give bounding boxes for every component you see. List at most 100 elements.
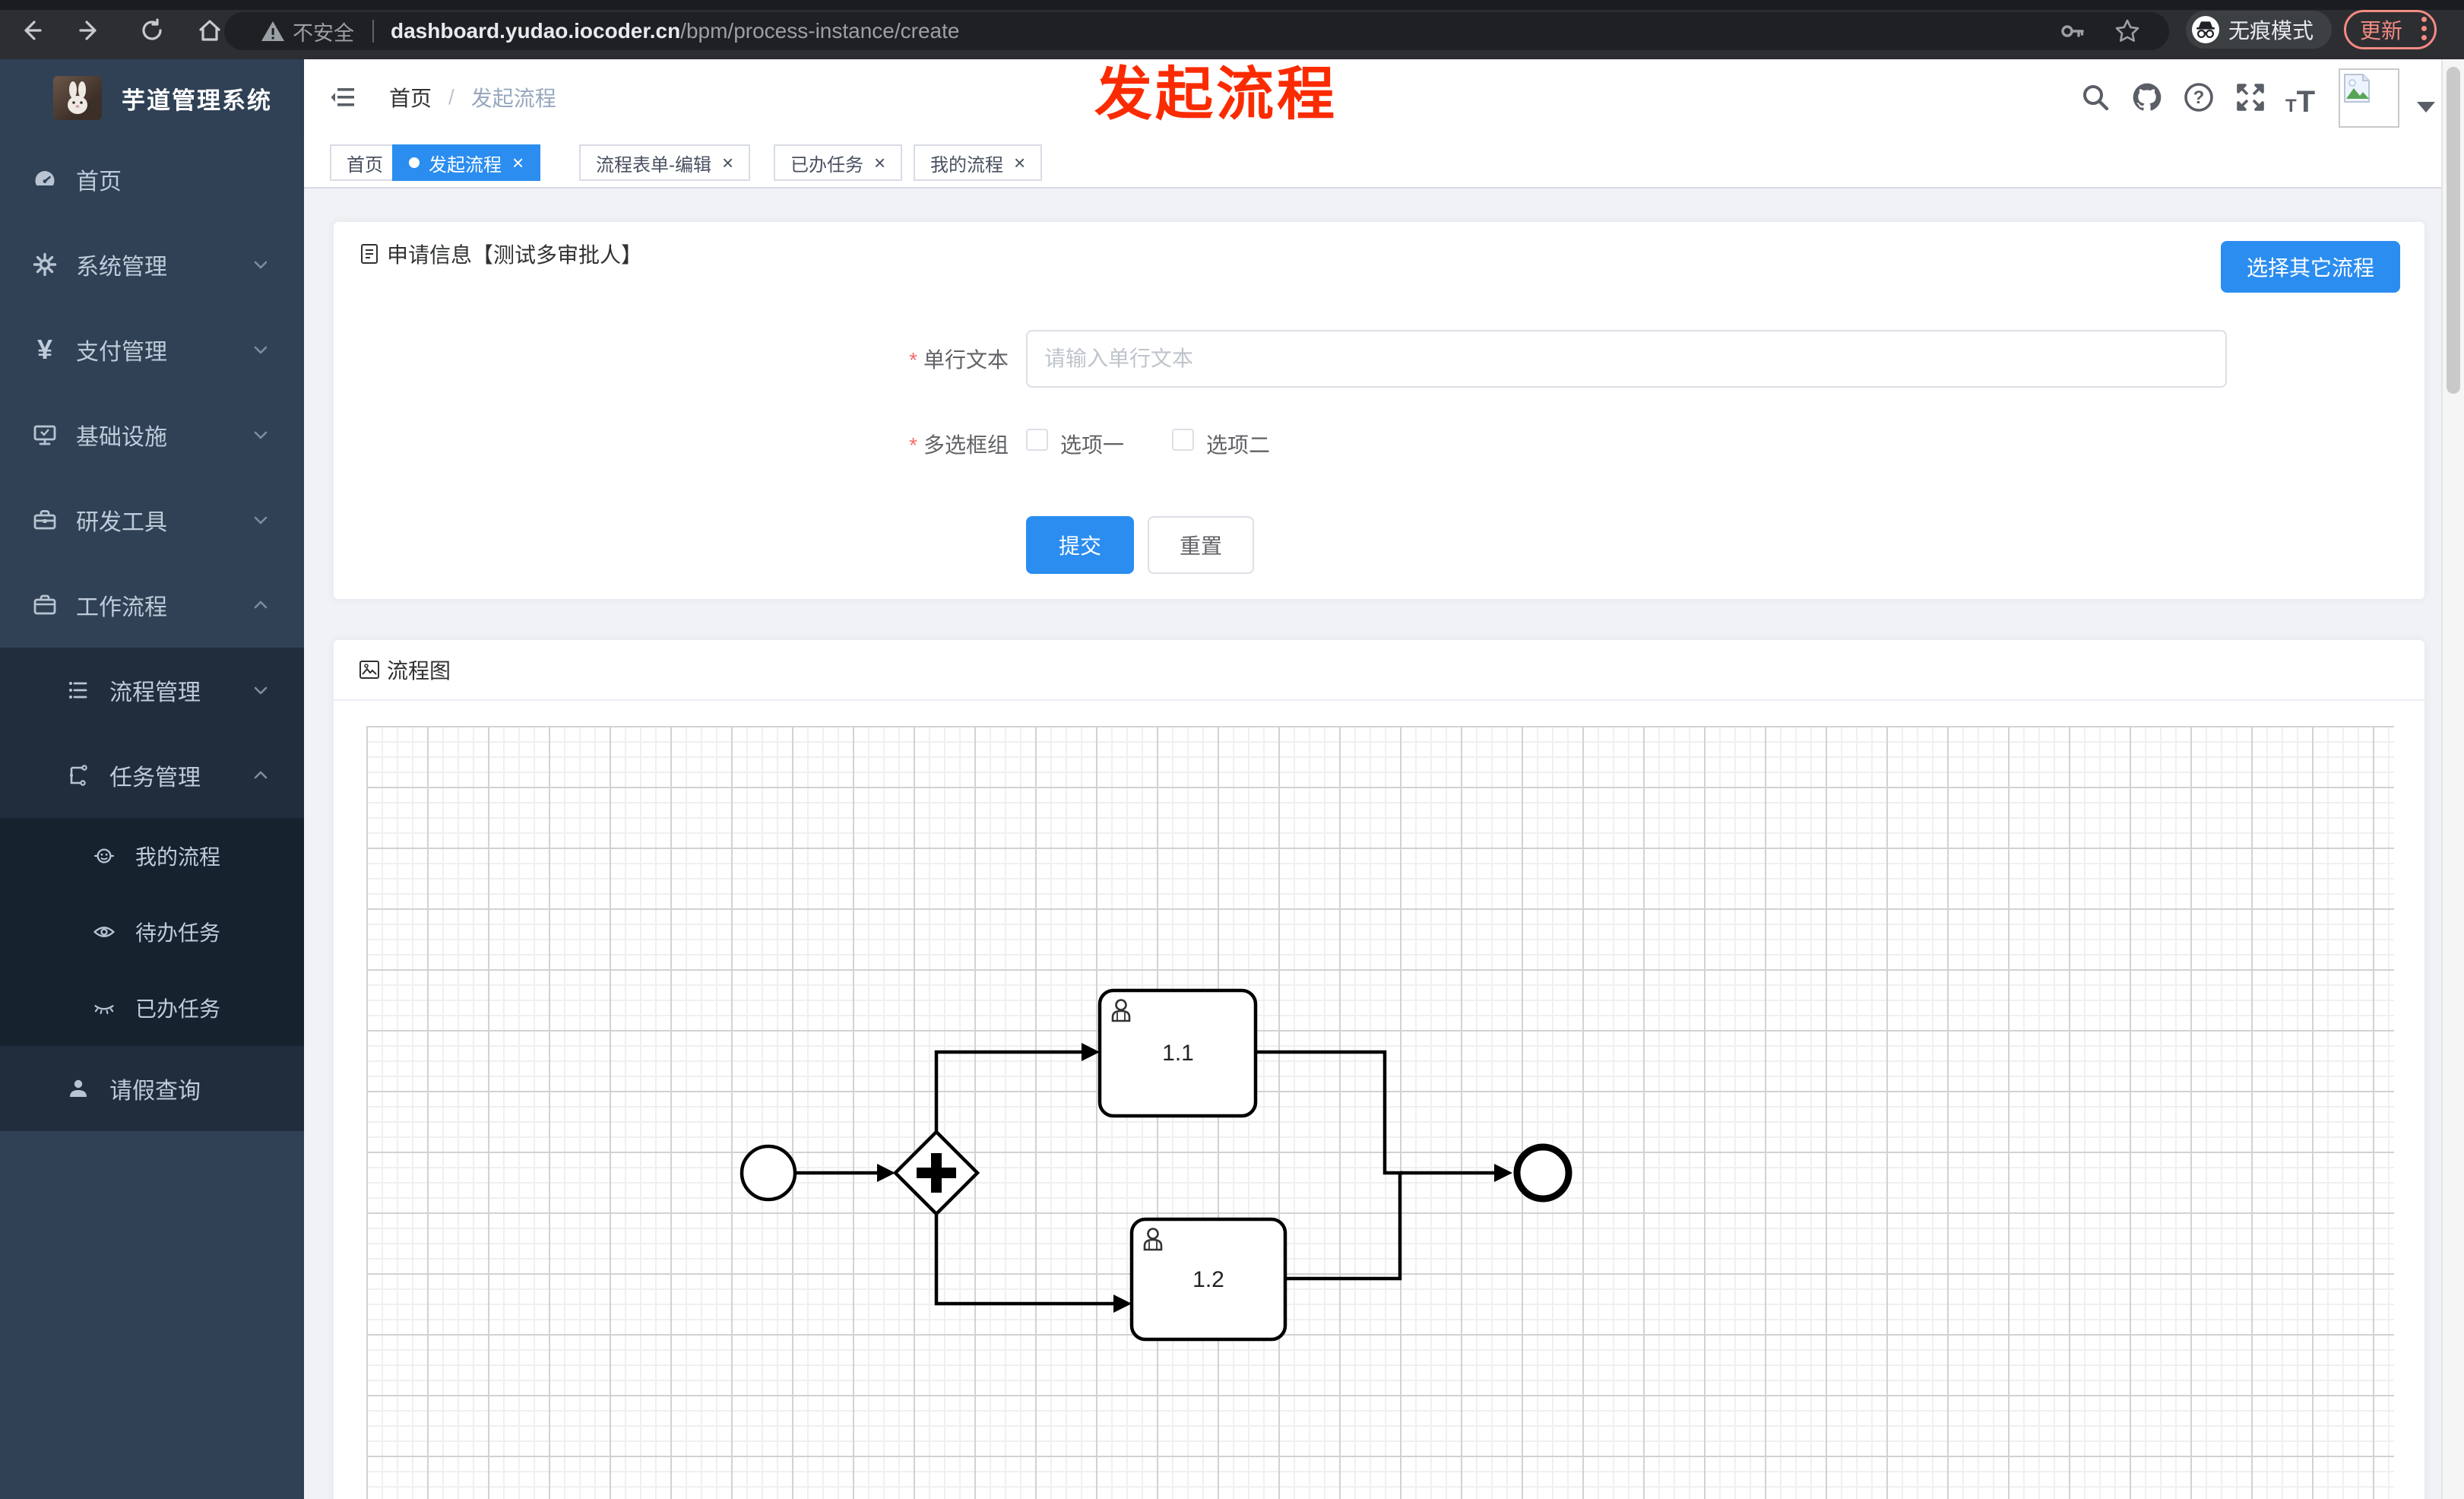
tag-label: 首页 — [347, 154, 383, 176]
checkbox-option-2-label[interactable]: 选项二 — [1206, 429, 1270, 459]
apply-card-title: 申请信息【测试多审批人】 — [387, 243, 643, 267]
browser-home-button[interactable] — [196, 17, 223, 44]
task-label: 1.1 — [1162, 1041, 1194, 1066]
bookmark-star-icon[interactable] — [2114, 18, 2140, 44]
browser-menu-icon[interactable] — [2421, 17, 2428, 44]
sidebar-item-process-management[interactable]: 流程管理 — [0, 648, 304, 733]
header-github-button[interactable] — [2130, 81, 2164, 114]
page-scrollbar[interactable] — [2441, 59, 2464, 1499]
sidebar-item-payment[interactable]: ¥ 支付管理 — [0, 307, 304, 392]
single-line-label: * 单行文本 — [909, 348, 1009, 372]
start-event — [740, 1144, 797, 1202]
checkbox-option-1-label[interactable]: 选项一 — [1060, 429, 1124, 459]
browser-reload-button[interactable] — [138, 17, 166, 44]
close-icon[interactable]: × — [512, 153, 524, 173]
sidebar-item-label: 流程管理 — [109, 680, 201, 705]
main-area: 首页 / 发起流程 ? TT 首页 发起流程 × 流程表单-编辑 × 已办任务 … — [304, 59, 2464, 1499]
flow-gateway-task1 — [934, 1050, 1082, 1133]
sidebar-item-task-management[interactable]: 任务管理 — [0, 733, 304, 818]
avatar-dropdown-caret[interactable] — [2417, 102, 2435, 122]
reload-icon — [142, 18, 162, 40]
submit-button[interactable]: 提交 — [1026, 516, 1134, 574]
briefcase-icon — [30, 591, 59, 620]
sidebar-item-label: 基础设施 — [76, 425, 167, 450]
single-line-input[interactable] — [1026, 330, 2227, 388]
sidebar-collapse-icon[interactable] — [330, 83, 359, 112]
url-host[interactable]: dashboard.yudao.iocoder.cn — [391, 19, 680, 43]
breadcrumb-current: 发起流程 — [470, 87, 556, 110]
screen: 不安全 dashboard.yudao.iocoder.cn/bpm/proce… — [0, 0, 2464, 1499]
sidebar-item-home[interactable]: 首页 — [0, 137, 304, 222]
diagram-card-title: 流程图 — [387, 659, 451, 683]
browser-back-button[interactable] — [17, 17, 45, 44]
avatar[interactable] — [2339, 68, 2399, 128]
sidebar-item-label: 我的流程 — [135, 845, 221, 869]
app-title: 芋道管理系统 — [122, 87, 272, 114]
svg-text:?: ? — [2193, 87, 2205, 108]
breadcrumb-home[interactable]: 首页 — [389, 82, 432, 113]
scrollbar-thumb[interactable] — [2447, 67, 2460, 394]
header-help-button[interactable]: ? — [2182, 81, 2215, 114]
sidebar-item-workflow[interactable]: 工作流程 — [0, 563, 304, 648]
active-dot — [409, 157, 420, 168]
monitor-icon — [30, 420, 59, 449]
back-icon — [24, 21, 42, 40]
user-task-1: 1.1 — [1097, 988, 1258, 1118]
sidebar-item-infrastructure[interactable]: 基础设施 — [0, 392, 304, 477]
breadcrumb: 首页 / 发起流程 — [389, 59, 556, 135]
sidebar-item-leave-query[interactable]: 请假查询 — [0, 1046, 304, 1131]
sidebar-item-label: 工作流程 — [76, 595, 167, 620]
url-path[interactable]: /bpm/process-instance/create — [680, 19, 959, 43]
sidebar-item-label: 待办任务 — [135, 921, 221, 945]
sidebar-item-my-process[interactable]: 我的流程 — [0, 818, 304, 894]
header-search-button[interactable] — [2079, 81, 2112, 114]
tag-create-process[interactable]: 发起流程 × — [392, 144, 541, 181]
checkbox-option-1[interactable] — [1026, 429, 1048, 451]
checkbox-option-2[interactable] — [1172, 429, 1194, 451]
tag-done-tasks[interactable]: 已办任务 × — [774, 144, 903, 181]
parallel-gateway — [892, 1129, 980, 1217]
user-task-2: 1.2 — [1129, 1217, 1287, 1342]
required-mark: * — [909, 433, 917, 457]
sidebar-item-label: 系统管理 — [76, 255, 167, 280]
incognito-badge: 无痕模式 — [2186, 11, 2332, 49]
fullscreen-icon — [2237, 84, 2264, 111]
password-key-icon[interactable] — [2060, 18, 2086, 44]
sidebar-logo-row[interactable]: 芋道管理系统 — [0, 59, 304, 137]
bpmn-diagram: 1.1 1.2 — [740, 988, 1572, 1342]
list-icon — [64, 676, 93, 705]
browser-tabstrip — [0, 0, 2464, 10]
choose-other-process-button[interactable]: 选择其它流程 — [2220, 241, 2400, 293]
chevron-down-icon — [254, 686, 268, 695]
close-icon[interactable]: × — [874, 153, 885, 173]
tag-form-edit[interactable]: 流程表单-编辑 × — [579, 144, 751, 181]
diagram-card-header: 流程图 — [334, 640, 2424, 701]
top-navbar: 首页 / 发起流程 ? TT — [304, 59, 2464, 135]
chevron-down-icon — [254, 261, 268, 269]
checkbox-group-label: * 多选框组 — [909, 433, 1009, 457]
annotation-text: 发起流程 — [1094, 62, 1338, 127]
tag-my-process[interactable]: 我的流程 × — [914, 144, 1043, 181]
address-bar[interactable]: 不安全 dashboard.yudao.iocoder.cn/bpm/proce… — [224, 12, 2169, 50]
update-label: 更新 — [2360, 19, 2403, 43]
end-event — [1513, 1143, 1572, 1203]
close-icon[interactable]: × — [1014, 153, 1025, 173]
sidebar-item-todo-tasks[interactable]: 待办任务 — [0, 894, 304, 970]
header-fullscreen-button[interactable] — [2234, 81, 2267, 114]
bpmn-canvas[interactable]: 1.1 1.2 — [366, 726, 2394, 1499]
tags-view: 首页 发起流程 × 流程表单-编辑 × 已办任务 × 我的流程 × — [304, 135, 2464, 189]
reset-button[interactable]: 重置 — [1148, 516, 1254, 574]
security-label[interactable]: 不安全 — [293, 17, 354, 46]
sidebar-item-system[interactable]: 系统管理 — [0, 222, 304, 307]
close-icon[interactable]: × — [722, 153, 733, 173]
tag-home[interactable]: 首页 — [330, 144, 400, 181]
sidebar-item-label: 任务管理 — [109, 765, 201, 791]
sidebar: 芋道管理系统 首页 系统管理 ¥ 支付管理 基础设施 研发工具 工作流程 流程管… — [0, 59, 304, 1499]
incognito-label: 无痕模式 — [2228, 19, 2314, 43]
sidebar-item-dev-tools[interactable]: 研发工具 — [0, 477, 304, 563]
question-icon: ? — [2184, 83, 2213, 112]
font-size-icon[interactable]: TT — [2285, 85, 2315, 119]
github-icon — [2133, 83, 2162, 111]
browser-forward-button[interactable] — [76, 17, 103, 44]
sidebar-item-done-tasks[interactable]: 已办任务 — [0, 970, 304, 1046]
